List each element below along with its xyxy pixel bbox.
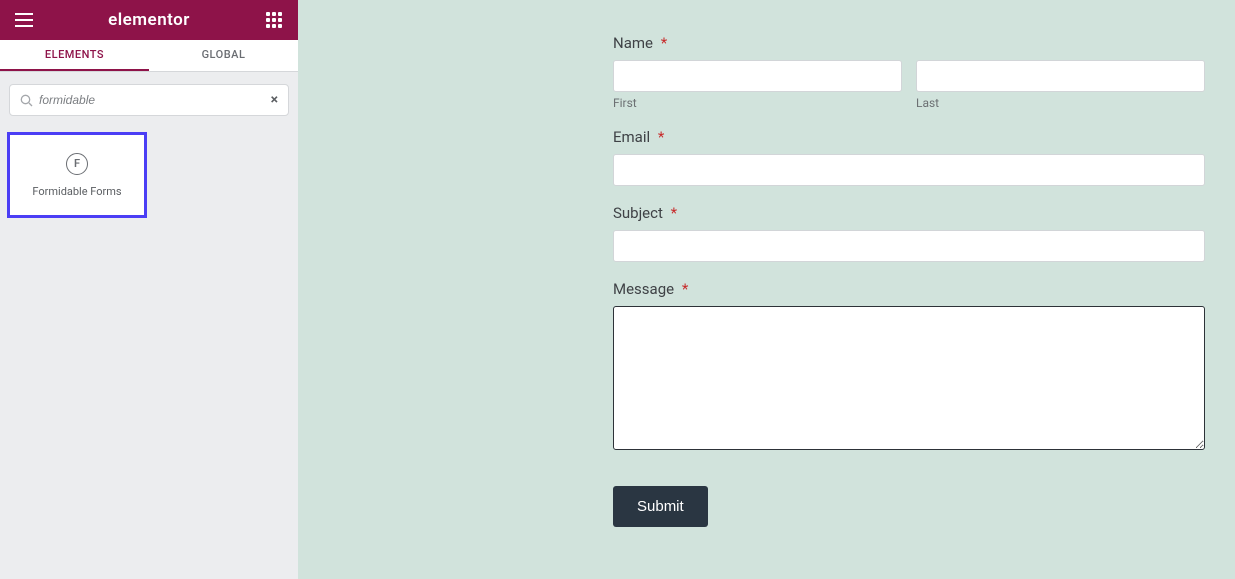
input-email[interactable] (613, 154, 1205, 186)
label-subject-text: Subject (613, 204, 663, 222)
field-subject: Subject * (613, 204, 1205, 262)
sublabel-first: First (613, 96, 902, 110)
search-wrap: × (0, 72, 298, 124)
label-message: Message * (613, 280, 1205, 298)
input-first-name[interactable] (613, 60, 902, 92)
input-message[interactable] (613, 306, 1205, 450)
menu-icon[interactable] (12, 8, 36, 32)
sublabel-last: Last (916, 96, 1205, 110)
submit-button[interactable]: Submit (613, 486, 708, 527)
required-mark: * (671, 204, 677, 222)
label-subject: Subject * (613, 204, 1205, 222)
widget-label: Formidable Forms (32, 185, 121, 198)
clear-search-icon[interactable]: × (271, 92, 278, 108)
tab-elements[interactable]: ELEMENTS (0, 40, 149, 71)
required-mark: * (661, 34, 667, 52)
tab-global[interactable]: GLOBAL (149, 40, 298, 71)
panel-header: elementor (0, 0, 298, 40)
elementor-logo: elementor (108, 10, 190, 30)
label-message-text: Message (613, 280, 674, 298)
widget-formidable-forms[interactable]: F Formidable Forms (7, 132, 147, 218)
label-email: Email * (613, 128, 1205, 146)
input-subject[interactable] (613, 230, 1205, 262)
required-mark: * (658, 128, 664, 146)
field-message: Message * (613, 280, 1205, 454)
preview-canvas: Name * First Last Email * Subject * (298, 0, 1235, 579)
field-name: Name * First Last (613, 34, 1205, 110)
search-icon (20, 94, 33, 107)
panel-tabs: ELEMENTS GLOBAL (0, 40, 298, 72)
apps-icon[interactable] (262, 8, 286, 32)
required-mark: * (682, 280, 688, 298)
input-last-name[interactable] (916, 60, 1205, 92)
search-box: × (9, 84, 289, 116)
label-email-text: Email (613, 128, 650, 146)
field-email: Email * (613, 128, 1205, 186)
elementor-panel: elementor ELEMENTS GLOBAL × F Formidable… (0, 0, 298, 579)
formidable-icon: F (66, 153, 88, 175)
label-name: Name * (613, 34, 1205, 52)
search-input[interactable] (39, 93, 271, 107)
label-name-text: Name (613, 34, 653, 52)
